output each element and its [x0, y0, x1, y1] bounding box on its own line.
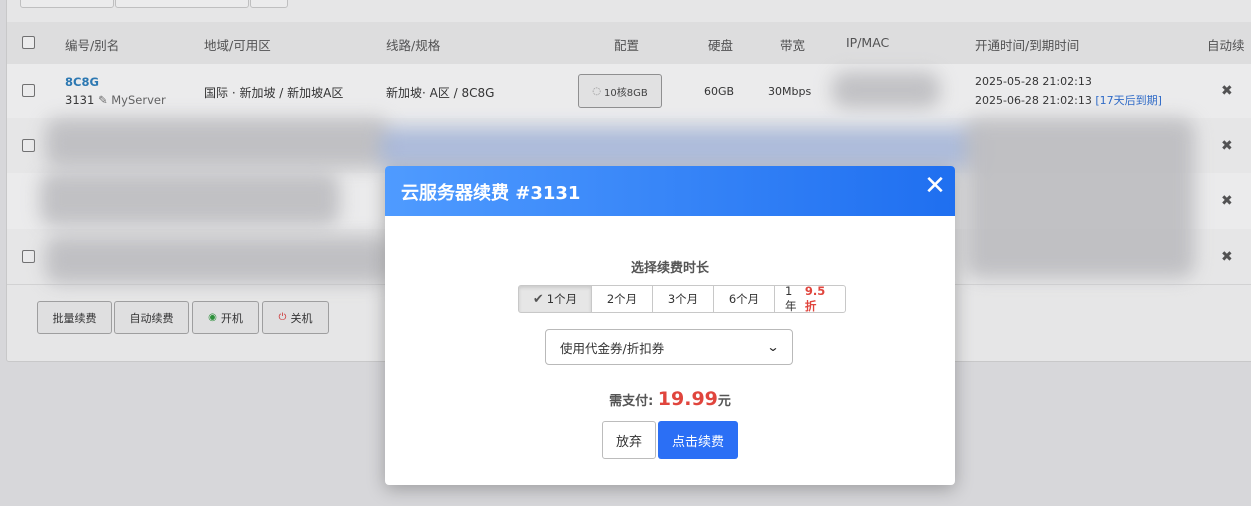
duration-selector: ✔ 1个月 2个月 3个月 6个月 1年 9.5折: [518, 284, 846, 313]
duration-option-6-months[interactable]: 6个月: [713, 285, 775, 313]
duration-option-label: 6个月: [728, 292, 760, 306]
renew-modal: 云服务器续费 #3131 ✕ 选择续费时长 ✔ 1个月 2个月 3个月 6个月 …: [385, 166, 955, 485]
duration-option-1-month[interactable]: ✔ 1个月: [518, 285, 592, 313]
price-amount: 19.99: [657, 388, 718, 410]
discount-badge: 9.5折: [804, 284, 826, 313]
duration-option-label: 3个月: [667, 292, 699, 306]
duration-option-label: 1年: [785, 284, 797, 313]
modal-title: 云服务器续费 #3131: [401, 183, 581, 204]
confirm-renew-button[interactable]: 点击续费: [658, 421, 738, 459]
modal-header: 云服务器续费 #3131 ✕: [385, 166, 955, 216]
coupon-select[interactable]: 使用代金券/折扣券 ⌄: [545, 329, 793, 365]
duration-option-label: 1个月: [546, 292, 578, 306]
pay-label: 需支付:: [609, 394, 654, 409]
payment-summary: 需支付: 19.99元: [385, 388, 955, 410]
duration-label: 选择续费时长: [630, 261, 709, 276]
chevron-down-icon: ⌄: [766, 340, 780, 354]
coupon-select-value: 使用代金券/折扣券: [560, 340, 665, 356]
duration-option-2-months[interactable]: 2个月: [591, 285, 653, 313]
check-icon: ✔: [532, 291, 544, 307]
price-currency: 元: [717, 394, 731, 409]
cancel-button[interactable]: 放弃: [602, 421, 656, 459]
duration-option-1-year[interactable]: 1年 9.5折: [774, 284, 846, 313]
duration-option-3-months[interactable]: 3个月: [652, 285, 714, 313]
close-icon[interactable]: ✕: [923, 172, 947, 200]
duration-option-label: 2个月: [606, 292, 638, 306]
